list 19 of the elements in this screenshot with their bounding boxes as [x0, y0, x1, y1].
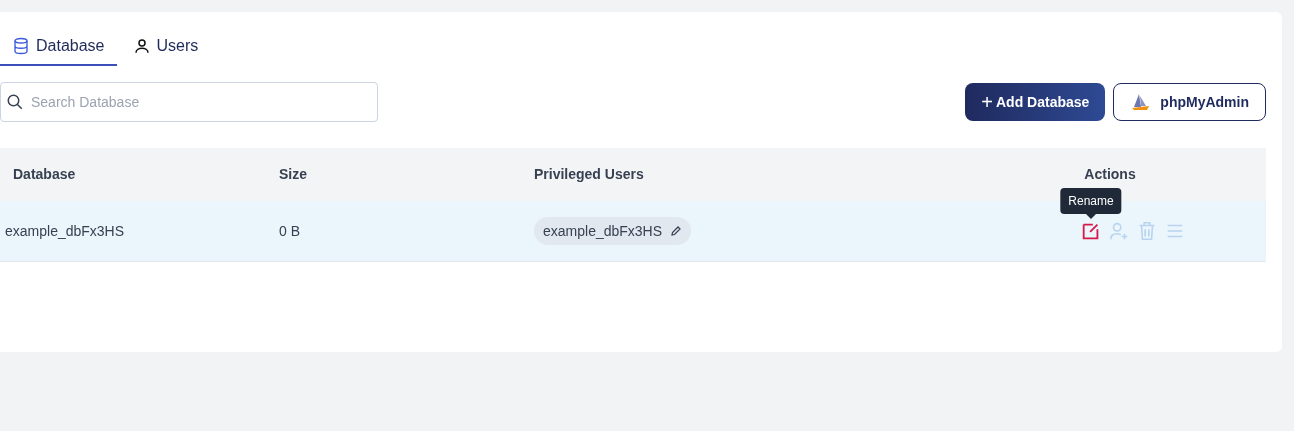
tab[interactable]: Database [0, 34, 117, 66]
add-database-button[interactable]: +Add Database [965, 83, 1106, 121]
add-user-icon[interactable] [1108, 220, 1130, 242]
search-field[interactable]: Search Database [0, 82, 378, 122]
pencil-icon[interactable] [670, 225, 683, 237]
search-icon [6, 93, 24, 111]
tooltip-pointer [1086, 214, 1096, 219]
column-header: Privileged Users [534, 166, 644, 182]
phpmyadmin-button[interactable]: phpMyAdmin [1113, 83, 1266, 121]
column-header: Actions [1084, 166, 1136, 182]
table-cell: 0 B [279, 222, 300, 239]
user-chip[interactable]: example_dbFx3HS [534, 217, 692, 245]
table-cell: example_dbFx3HS [5, 222, 125, 239]
tab[interactable]: Users [116, 34, 215, 66]
column-header: Database [13, 166, 76, 182]
user-icon [132, 37, 151, 55]
tooltip: Rename [1060, 188, 1122, 214]
database-icon [12, 37, 30, 55]
column-header: Size [279, 166, 307, 182]
